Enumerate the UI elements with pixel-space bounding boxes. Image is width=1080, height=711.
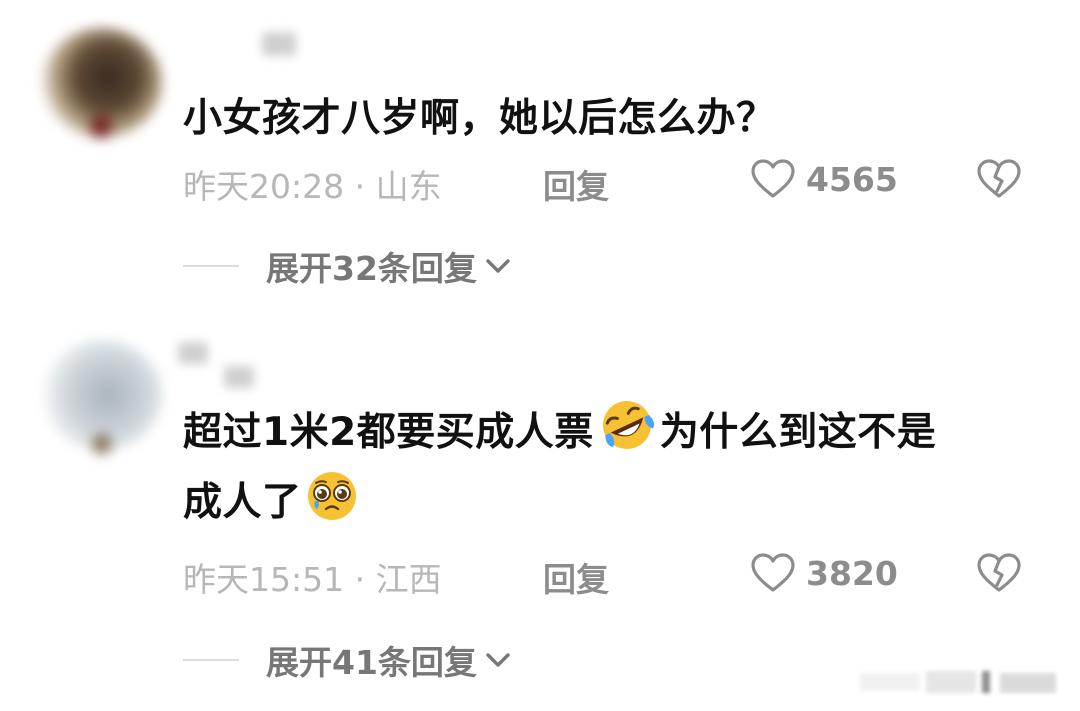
expand-replies-label: 展开32条回复 bbox=[266, 249, 477, 288]
reply-button[interactable]: 回复 bbox=[543, 553, 609, 601]
dislike-button[interactable] bbox=[976, 552, 1022, 598]
comment-text: 小女孩才八岁啊，她以后怎么办？ bbox=[183, 96, 776, 141]
chevron-down-icon bbox=[486, 259, 510, 273]
username-redacted bbox=[262, 32, 296, 56]
expand-replies[interactable]: 展开32条回复 bbox=[183, 242, 513, 290]
comment-text-part: 超过1米2都要买成人票 bbox=[183, 410, 594, 455]
heart-outline-icon bbox=[751, 159, 795, 198]
username-redacted bbox=[178, 342, 208, 364]
comment-text-part: 为什么到这不是 bbox=[659, 410, 937, 455]
dislike-button[interactable] bbox=[976, 158, 1022, 204]
comment-text-line2: 成人了 bbox=[183, 468, 362, 546]
broken-heart-icon bbox=[977, 553, 1021, 592]
heart-outline-icon bbox=[751, 553, 795, 592]
expand-divider bbox=[183, 265, 239, 267]
expand-replies[interactable]: 展开41条回复 bbox=[183, 636, 513, 684]
reply-button[interactable]: 回复 bbox=[543, 160, 609, 208]
chevron-down-icon bbox=[486, 653, 510, 667]
comment-text: 超过1米2都要买成人票 为什么到这不是 bbox=[183, 395, 936, 476]
avatar[interactable] bbox=[42, 340, 162, 454]
comment-time-location: 昨天15:51 · 江西 bbox=[183, 560, 442, 599]
broken-heart-icon bbox=[977, 159, 1021, 198]
username-redacted bbox=[224, 366, 254, 388]
comment-time-location: 昨天20:28 · 山东 bbox=[183, 167, 442, 206]
comment-text-part: 成人了 bbox=[183, 480, 302, 525]
watermark bbox=[860, 667, 1060, 697]
like-button[interactable]: 4565 bbox=[750, 158, 898, 200]
expand-divider bbox=[183, 659, 239, 661]
avatar[interactable] bbox=[42, 28, 162, 138]
expand-replies-label: 展开41条回复 bbox=[266, 643, 477, 682]
pleading-face-emoji bbox=[303, 469, 361, 546]
rolling-on-floor-laughing-emoji bbox=[595, 395, 659, 476]
like-count: 4565 bbox=[806, 159, 898, 199]
like-count: 3820 bbox=[806, 553, 898, 593]
like-button[interactable]: 3820 bbox=[750, 552, 898, 594]
